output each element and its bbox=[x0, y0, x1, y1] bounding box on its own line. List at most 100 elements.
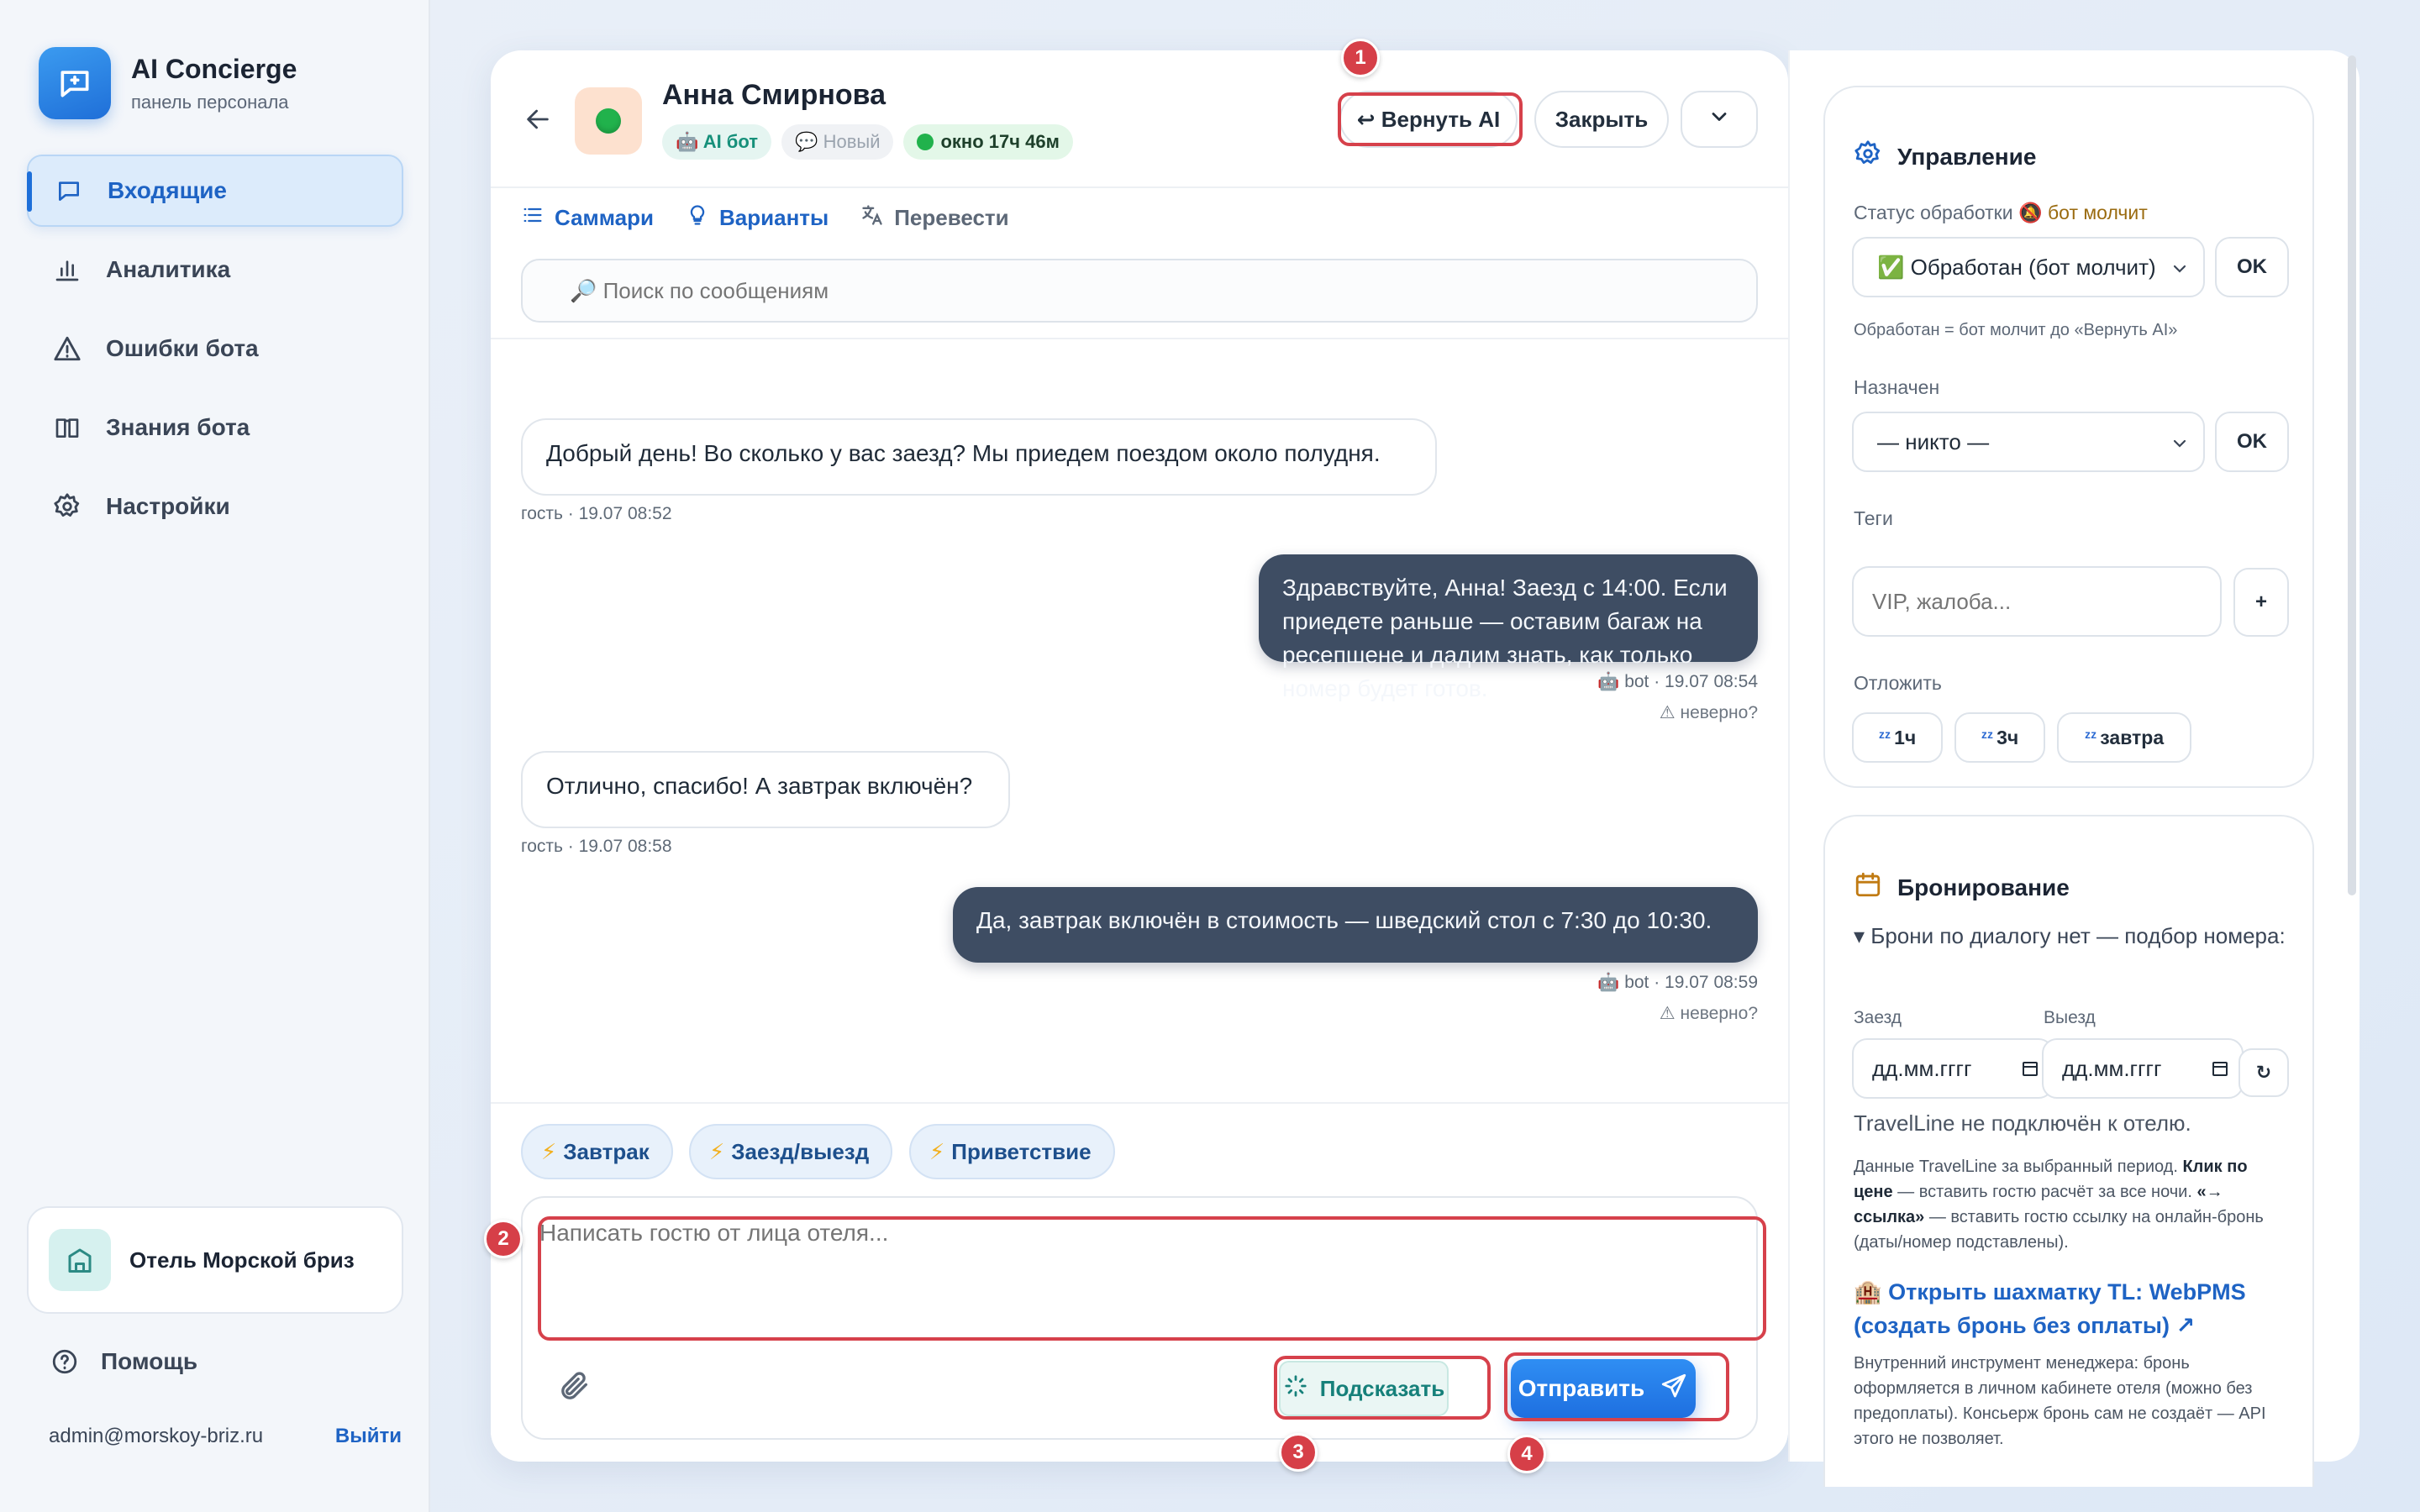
snooze-1h-button[interactable]: ᶻᶻ 1ч bbox=[1852, 712, 1943, 763]
panel-scrollbar[interactable] bbox=[2348, 55, 2356, 895]
help-link[interactable]: Помощь bbox=[50, 1347, 197, 1376]
brand: AI Concierge панель персонала bbox=[39, 47, 297, 119]
management-title-text: Управление bbox=[1897, 143, 2037, 170]
assignee-value: — никто — bbox=[1877, 428, 1990, 454]
conversation-header: Анна Смирнова 🤖 AI бот 💬 Новый окно 17ч … bbox=[491, 50, 1788, 188]
checkout-label: Выезд bbox=[2044, 1008, 2096, 1027]
paper-plane-icon bbox=[1644, 1372, 1688, 1406]
lightning-icon: ⚡ bbox=[541, 1138, 557, 1164]
return-ai-button[interactable]: ↩ Вернуть AI bbox=[1339, 91, 1518, 148]
lightning-icon: ⚡ bbox=[709, 1138, 725, 1164]
nav-item-inbox[interactable]: Входящие bbox=[27, 155, 403, 227]
calendar-icon bbox=[1854, 870, 1897, 905]
reply-window-text: окно 17ч 46м bbox=[940, 131, 1060, 152]
add-tag-button[interactable]: + bbox=[2233, 568, 2289, 637]
logout-link[interactable]: Выйти bbox=[335, 1425, 402, 1448]
message-compose-input[interactable] bbox=[539, 1220, 1758, 1337]
guest-avatar bbox=[575, 87, 642, 155]
translate-label: Перевести bbox=[894, 205, 1009, 230]
booking-card: Бронирование ▾ Брони по диалогу нет — по… bbox=[1823, 815, 2314, 1487]
quick-reply-checkin[interactable]: ⚡ Заезд/выезд bbox=[689, 1124, 893, 1179]
assignee-select[interactable]: — никто — bbox=[1852, 412, 2205, 472]
close-conversation-button[interactable]: Закрыть bbox=[1534, 91, 1669, 148]
chevron-down-icon bbox=[2170, 433, 2190, 459]
conversation-badges: 🤖 AI бот 💬 Новый окно 17ч 46м bbox=[662, 124, 1083, 160]
nav-item-bot-errors[interactable]: Ошибки бота bbox=[27, 312, 403, 385]
lightbulb-icon bbox=[686, 203, 719, 233]
tags-input[interactable] bbox=[1852, 566, 2222, 637]
send-button[interactable]: Отправить bbox=[1511, 1359, 1696, 1418]
snooze-label-text: 1ч bbox=[1894, 726, 1917, 748]
message-list: Добрый день! Во сколько у вас заезд? Мы … bbox=[491, 338, 1788, 1152]
variants-tool[interactable]: Варианты bbox=[686, 203, 829, 233]
hotel-switcher[interactable]: Отель Морской бриз bbox=[27, 1206, 403, 1314]
ai-bot-badge: 🤖 AI бот bbox=[662, 124, 772, 160]
warning-icon bbox=[52, 333, 82, 364]
nav-label: Входящие bbox=[108, 177, 227, 203]
refresh-icon: ↻ bbox=[2255, 1062, 2272, 1083]
send-label: Отправить bbox=[1518, 1375, 1645, 1401]
book-icon bbox=[52, 412, 82, 443]
message-meta: гость · 19.07 08:58 bbox=[521, 837, 672, 856]
quick-reply-greeting[interactable]: ⚡ Приветствие bbox=[909, 1124, 1115, 1179]
nav-item-settings[interactable]: Настройки bbox=[27, 470, 403, 543]
green-dot-icon bbox=[917, 134, 934, 150]
nav-item-bot-knowledge[interactable]: Знания бота bbox=[27, 391, 403, 464]
translate-tool[interactable]: Перевести bbox=[860, 203, 1009, 233]
back-arrow-icon[interactable] bbox=[521, 102, 555, 136]
checkin-date-input[interactable]: дд.мм.гггг bbox=[1852, 1038, 2054, 1099]
snooze-label-text: завтра bbox=[2100, 726, 2165, 748]
assigned-label: Назначен bbox=[1854, 376, 1940, 398]
quick-reply-label: Заезд/выезд bbox=[731, 1138, 870, 1164]
bot-message-bubble: Здравствуйте, Анна! Заезд с 14:00. Если … bbox=[1259, 554, 1758, 701]
open-webpms-link[interactable]: 🏨 Открыть шахматку TL: WebPMS (создать б… bbox=[1854, 1275, 2291, 1342]
quick-reply-breakfast[interactable]: ⚡ Завтрак bbox=[521, 1124, 673, 1179]
calendar-icon bbox=[2210, 1058, 2230, 1084]
suggest-button[interactable]: Подсказать bbox=[1279, 1361, 1449, 1416]
conversation-tools: Саммари Варианты Перевести bbox=[521, 203, 1041, 233]
nav-label: Знания бота bbox=[106, 414, 250, 440]
zzz-icon: ᶻᶻ bbox=[1878, 727, 1891, 747]
no-booking-toggle[interactable]: ▾ Брони по диалогу нет — подбор номера: bbox=[1854, 919, 2291, 953]
spinner-icon bbox=[1283, 1373, 1320, 1404]
bot-message-bubble: Да, завтрак включён в стоимость — шведск… bbox=[953, 887, 1758, 963]
account-email: admin@morskoy-briz.ru bbox=[49, 1425, 264, 1447]
message-meta: 🤖 bot · 19.07 08:54 bbox=[1597, 672, 1758, 691]
guest-message-bubble: Отлично, спасибо! А завтрак включён? bbox=[521, 751, 1010, 828]
flag-wrong-link[interactable]: ⚠ неверно? bbox=[1660, 1003, 1758, 1024]
chat-icon bbox=[54, 176, 84, 206]
online-status-icon bbox=[596, 108, 621, 134]
snooze-tomorrow-button[interactable]: ᶻᶻ завтра bbox=[2057, 712, 2191, 763]
processing-status-select[interactable]: ✅ Обработан (бот молчит) bbox=[1852, 237, 2205, 297]
status-ok-button[interactable]: OK bbox=[2215, 237, 2289, 297]
brand-title: AI Concierge bbox=[131, 53, 297, 84]
nav-item-analytics[interactable]: Аналитика bbox=[27, 234, 403, 306]
variants-label: Варианты bbox=[719, 205, 829, 230]
conversation-panel: Анна Смирнова 🤖 AI бот 💬 Новый окно 17ч … bbox=[491, 50, 1788, 1462]
guest-name: Анна Смирнова bbox=[662, 79, 886, 111]
message-meta: 🤖 bot · 19.07 08:59 bbox=[1597, 973, 1758, 992]
processing-status-value: ✅ Обработан (бот молчит) bbox=[1877, 254, 2156, 280]
checkout-date-value: дд.мм.гггг bbox=[2062, 1055, 2162, 1081]
checkin-date-value: дд.мм.гггг bbox=[1872, 1055, 1972, 1081]
message-search-input[interactable] bbox=[521, 259, 1758, 323]
new-status-badge: 💬 Новый bbox=[781, 124, 894, 160]
annotation-marker-4: 4 bbox=[1507, 1435, 1546, 1473]
checkout-date-input[interactable]: дд.мм.гггг bbox=[2042, 1038, 2244, 1099]
management-title: Управление bbox=[1854, 139, 2036, 174]
assignee-ok-button[interactable]: OK bbox=[2215, 412, 2289, 472]
reply-window-badge: окно 17ч 46м bbox=[903, 124, 1073, 160]
travelline-info-text: Данные TravelLine за выбранный период. bbox=[1854, 1158, 2183, 1176]
internal-tool-note: Внутренний инструмент менеджера: бронь о… bbox=[1854, 1354, 2266, 1448]
translate-icon bbox=[860, 203, 894, 233]
refresh-button[interactable]: ↻ bbox=[2238, 1048, 2289, 1097]
hotel-name: Отель Морской бриз bbox=[129, 1247, 355, 1273]
flag-wrong-link[interactable]: ⚠ неверно? bbox=[1660, 702, 1758, 723]
calendar-icon bbox=[2020, 1058, 2040, 1084]
booking-title-text: Бронирование bbox=[1897, 874, 2070, 900]
summary-tool[interactable]: Саммари bbox=[521, 203, 654, 233]
paperclip-icon[interactable] bbox=[558, 1369, 592, 1407]
snooze-3h-button[interactable]: ᶻᶻ 3ч bbox=[1954, 712, 2045, 763]
more-options-button[interactable] bbox=[1681, 91, 1758, 148]
nav-label: Аналитика bbox=[106, 256, 231, 282]
